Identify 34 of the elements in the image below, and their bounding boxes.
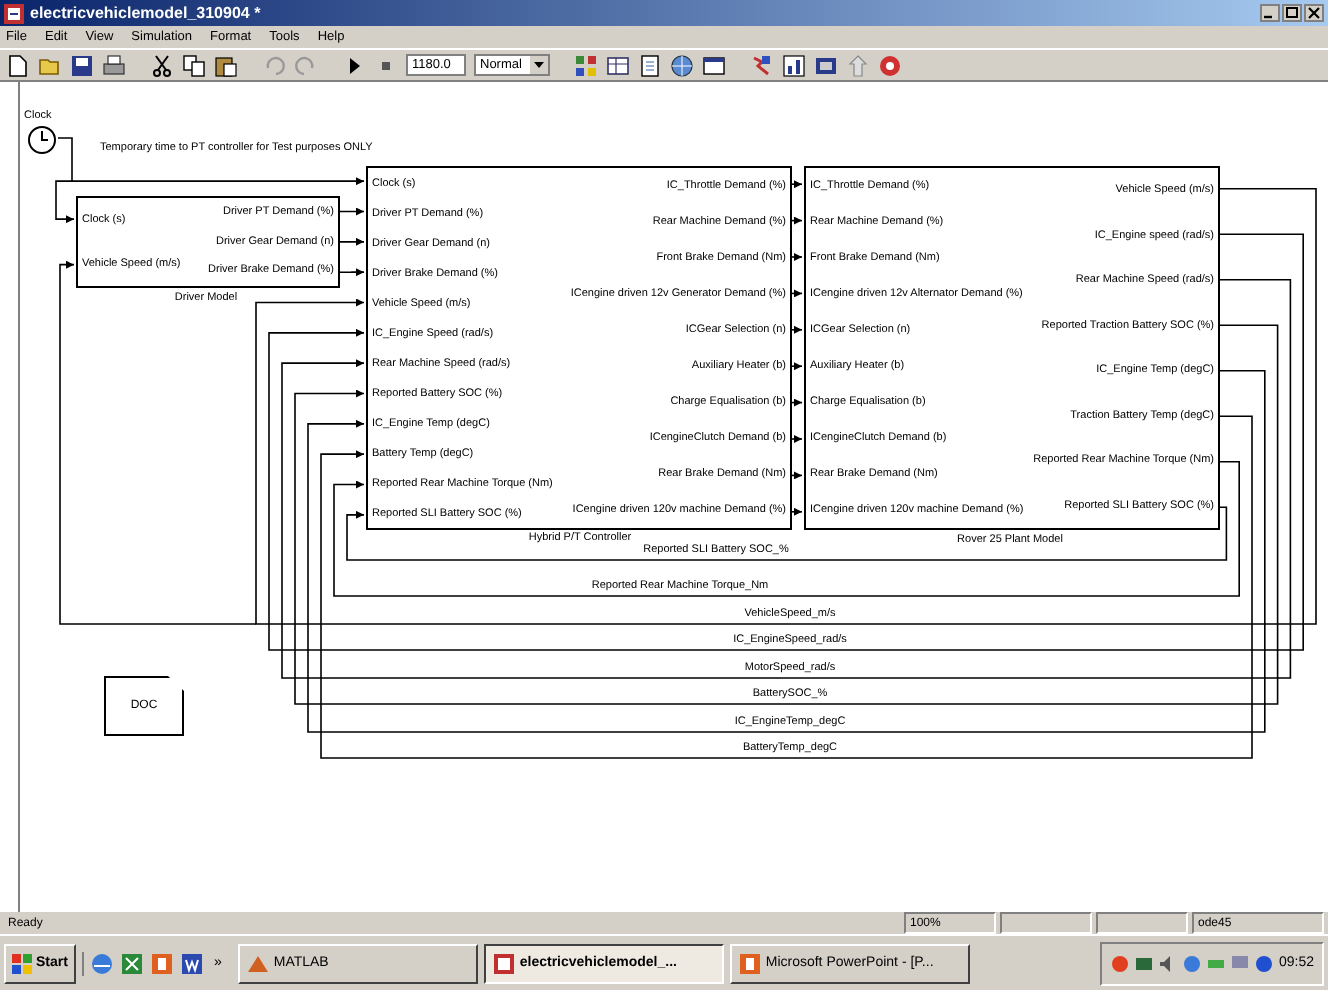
browser-icon[interactable] — [89, 951, 114, 975]
print-icon[interactable] — [102, 53, 126, 77]
panel-icon[interactable] — [814, 53, 838, 77]
status-pane — [1000, 912, 1092, 934]
window-title: electricvehiclemodel_310904 * — [30, 4, 263, 22]
paste-icon[interactable] — [214, 53, 238, 77]
subsystem-block[interactable] — [366, 166, 792, 530]
matlab-logo-icon — [245, 951, 270, 975]
block-library-icon[interactable] — [574, 53, 598, 77]
cut-icon[interactable] — [150, 53, 174, 77]
window-icon[interactable] — [702, 53, 726, 77]
caret-icon[interactable] — [530, 56, 548, 74]
document-icon[interactable] — [638, 53, 662, 77]
app-icon — [4, 3, 24, 23]
grid-icon[interactable] — [606, 53, 630, 77]
new-file-icon[interactable] — [6, 53, 30, 77]
copy-icon[interactable] — [182, 53, 206, 77]
slides-icon[interactable] — [149, 951, 174, 975]
slides-icon — [737, 951, 762, 975]
close-icon[interactable] — [1304, 4, 1324, 22]
model-icon — [491, 951, 516, 975]
clock-icon — [26, 124, 58, 156]
minimize-icon[interactable] — [1260, 4, 1280, 22]
maximize-icon[interactable] — [1282, 4, 1302, 22]
open-folder-icon[interactable] — [38, 53, 62, 77]
save-icon[interactable] — [70, 53, 94, 77]
target-icon[interactable] — [878, 53, 902, 77]
word-processor-icon[interactable] — [179, 951, 204, 975]
status-pane — [1096, 912, 1188, 934]
arrow-up-icon[interactable] — [846, 53, 870, 77]
chart-icon[interactable] — [782, 53, 806, 77]
spreadsheet-icon[interactable] — [119, 951, 144, 975]
subsystem-block[interactable] — [804, 166, 1220, 530]
windows-logo-icon — [12, 953, 32, 973]
